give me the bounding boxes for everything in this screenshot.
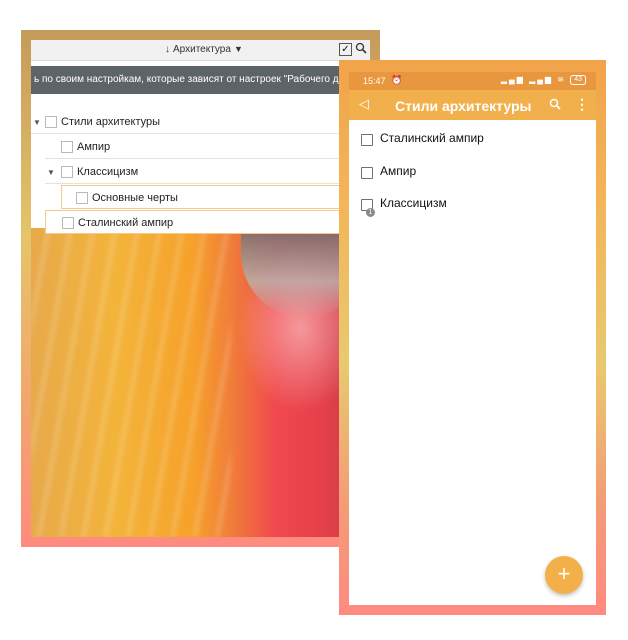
tree-item-classicism[interactable]: ▼ Классицизм — [45, 160, 370, 184]
chevron-down-icon: ▼ — [233, 44, 243, 54]
tree-item-main-features[interactable]: Основные черты — [61, 185, 370, 209]
subtask-count-badge: 1 — [366, 208, 375, 217]
mobile-screen: 15:47 ⏰ ▂▄▆ ▂▄▆ ≋ 43 ◁ Стили архитектуры… — [349, 72, 596, 605]
checkbox[interactable] — [61, 166, 73, 178]
checkbox[interactable] — [62, 217, 74, 229]
add-button[interactable]: + — [545, 556, 583, 594]
project-selector[interactable]: ↓ Архитектура ▼ — [165, 44, 243, 55]
alarm-icon: ⏰ — [391, 75, 403, 85]
status-bar: 15:47 ⏰ ▂▄▆ ▂▄▆ ≋ 43 — [349, 72, 596, 90]
tree-item-label: Сталинский ампир — [78, 217, 174, 229]
list-item[interactable]: Сталинский ампир — [349, 124, 596, 156]
expand-icon[interactable]: ▼ — [33, 118, 41, 127]
mobile-frame: 15:47 ⏰ ▂▄▆ ▂▄▆ ≋ 43 ◁ Стили архитектуры… — [339, 60, 606, 615]
check-icon[interactable]: ✓ — [339, 43, 352, 56]
info-banner: ь по своим настройкам, которые зависят о… — [31, 66, 370, 94]
tree-item-stalin-empire[interactable]: Сталинский ампир — [45, 210, 370, 234]
tree-item-label: Стили архитектуры — [61, 116, 161, 128]
tree-item-styles[interactable]: ▼ Стили архитектуры — [31, 110, 370, 134]
tree-item-label: Классицизм — [77, 166, 139, 178]
tree-item-label: Основные черты — [92, 192, 178, 204]
checkbox[interactable] — [76, 192, 88, 204]
desktop-toolbar: ↓ Архитектура ▼ ✓ — [31, 40, 370, 61]
expand-icon[interactable]: ▼ — [47, 168, 55, 177]
checkbox[interactable] — [45, 116, 57, 128]
sort-arrow-icon: ↓ — [165, 44, 170, 55]
page-title: Стили архитектуры — [395, 98, 532, 114]
checkbox[interactable] — [61, 141, 73, 153]
desktop-window: ↓ Архитектура ▼ ✓ ь по своим настройкам, к… — [31, 40, 370, 537]
checkbox[interactable] — [361, 167, 373, 179]
status-icons: ▂▄▆ ▂▄▆ ≋ 43 — [501, 75, 586, 85]
list-item-label: Ампир — [380, 164, 417, 178]
list-item-label: Сталинский ампир — [380, 131, 484, 145]
project-title: Архитектура — [173, 44, 231, 55]
app-bar: ◁ Стили архитектуры ⋮ — [349, 90, 596, 120]
list-item-label: Классицизм — [380, 196, 447, 210]
status-time: 15:47 — [363, 76, 386, 86]
signal-icon: ▂▄▆ ▂▄▆ ≋ — [500, 75, 566, 85]
tree-item-empire[interactable]: Ампир — [45, 135, 370, 159]
back-icon[interactable]: ◁ — [359, 96, 369, 112]
search-icon[interactable] — [549, 98, 561, 110]
desktop-window-frame: ↓ Архитектура ▼ ✓ ь по своим настройкам, к… — [21, 30, 380, 547]
background-photo — [31, 228, 370, 537]
search-icon[interactable] — [355, 42, 367, 54]
tree-item-label: Ампир — [77, 141, 111, 153]
list-item[interactable]: Ампир — [349, 157, 596, 189]
more-icon[interactable]: ⋮ — [575, 96, 589, 113]
list-item[interactable]: 1 Классицизм — [349, 189, 596, 221]
battery-icon: 43 — [570, 75, 586, 85]
checkbox[interactable] — [361, 134, 373, 146]
